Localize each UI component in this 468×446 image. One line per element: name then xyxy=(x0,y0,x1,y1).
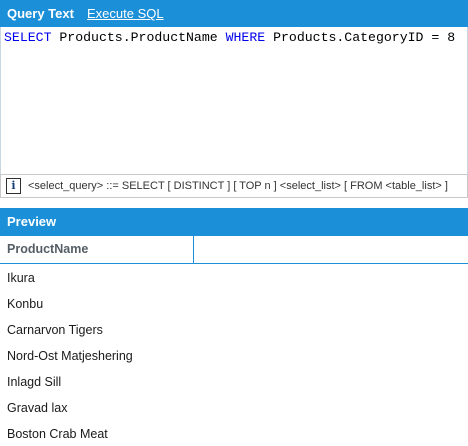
info-icon: i xyxy=(6,178,21,194)
results-grid-header: ProductName xyxy=(0,236,468,264)
preview-title: Preview xyxy=(0,208,468,236)
table-row[interactable]: Nord-Ost Matjeshering xyxy=(0,343,468,369)
sql-text-fields: Products.ProductName xyxy=(51,30,226,45)
query-tab-bar: Query Text Execute SQL xyxy=(0,0,468,27)
table-row[interactable]: Inlagd Sill xyxy=(0,369,468,395)
table-row[interactable]: Gravad lax xyxy=(0,395,468,421)
tab-query-text[interactable]: Query Text xyxy=(7,0,74,27)
table-row[interactable]: Konbu xyxy=(0,291,468,317)
table-row[interactable]: Carnarvon Tigers xyxy=(0,317,468,343)
table-row[interactable]: Ikura xyxy=(0,265,468,291)
spacer xyxy=(0,198,468,208)
results-grid-body: Ikura Konbu Carnarvon Tigers Nord-Ost Ma… xyxy=(0,265,468,446)
sql-editor[interactable]: SELECT Products.ProductName WHERE Produc… xyxy=(0,27,468,174)
table-row[interactable]: Boston Crab Meat xyxy=(0,421,468,446)
syntax-hint-text: <select_query> ::= SELECT [ DISTINCT ] [… xyxy=(28,180,448,192)
execute-sql-link[interactable]: Execute SQL xyxy=(87,0,164,27)
sql-keyword-select: SELECT xyxy=(4,30,52,45)
syntax-hint-bar: i <select_query> ::= SELECT [ DISTINCT ]… xyxy=(0,174,468,198)
column-header-productname[interactable]: ProductName xyxy=(0,236,194,263)
sql-text-condition: Products.CategoryID = 8 xyxy=(265,30,456,45)
sql-keyword-where: WHERE xyxy=(225,30,266,45)
